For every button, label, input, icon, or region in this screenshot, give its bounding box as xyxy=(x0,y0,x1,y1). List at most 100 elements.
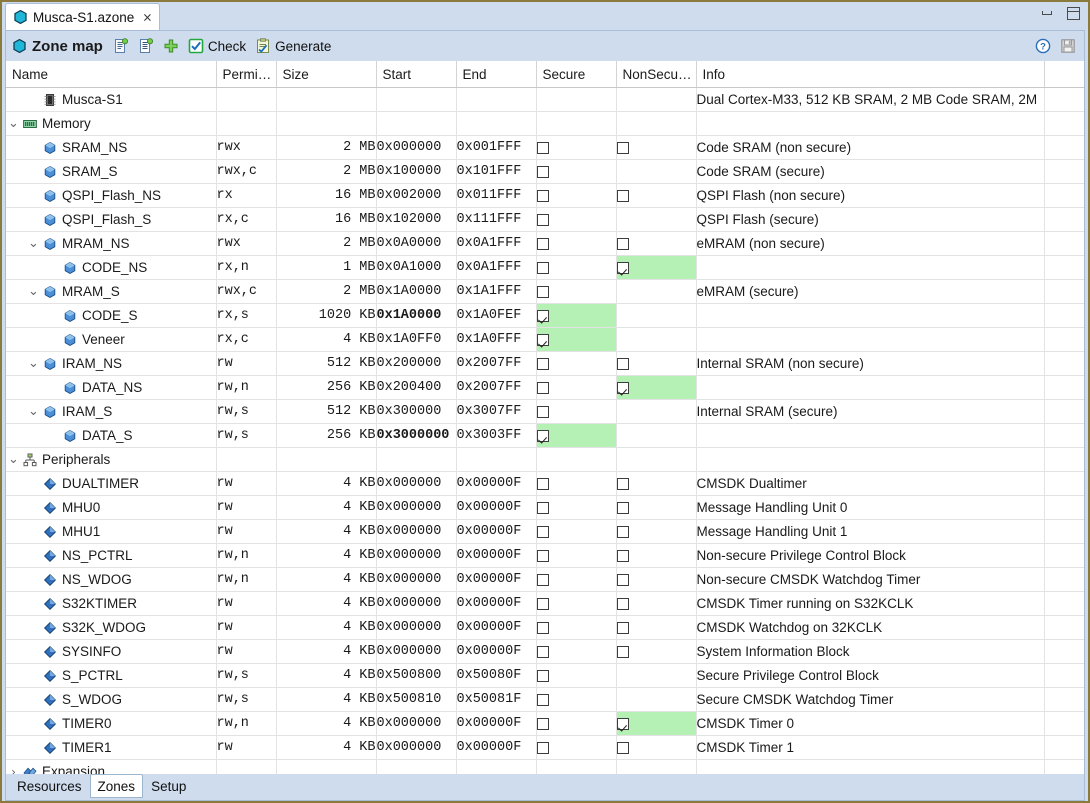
table-row[interactable]: S32KTIMER rw 4 KB 0x000000 0x00000F CMSDK Tim… xyxy=(6,591,1084,616)
cell-permission[interactable]: rw xyxy=(216,639,277,664)
cell-secure[interactable] xyxy=(536,423,617,448)
secure-checkbox[interactable] xyxy=(536,358,549,371)
cell-start[interactable]: 0x0A0000 xyxy=(376,231,457,256)
secure-checkbox[interactable] xyxy=(536,142,549,155)
cell-size[interactable]: 1 MB xyxy=(276,255,377,280)
cell-end[interactable]: 0x1A0FEF xyxy=(456,303,537,328)
cell-size[interactable] xyxy=(276,87,377,112)
secure-checkbox[interactable] xyxy=(536,190,549,203)
check-button[interactable]: Check xyxy=(188,38,246,54)
cell-secure[interactable] xyxy=(536,495,617,520)
cell-permission[interactable]: rw,n xyxy=(216,711,277,736)
cell-size[interactable]: 512 KB xyxy=(276,399,377,424)
minimize-icon[interactable] xyxy=(1041,7,1054,20)
column-header-info[interactable]: Info xyxy=(696,61,1045,88)
cell-end[interactable]: 0x00000F xyxy=(456,543,537,568)
cell-end[interactable]: 0x00000F xyxy=(456,711,537,736)
column-header-extra[interactable] xyxy=(1044,61,1084,88)
cell-name[interactable]: MHU0 xyxy=(6,495,217,520)
cell-end[interactable]: 0x2007FF xyxy=(456,375,537,400)
cell-start[interactable]: 0x000000 xyxy=(376,735,457,760)
table-row[interactable]: ⌄ MRAM_NS rwx 2 MB 0x0A0000 0x0A1FFF eMRAM (no… xyxy=(6,231,1084,256)
cell-name[interactable]: QSPI_Flash_NS xyxy=(6,183,217,208)
column-header-name[interactable]: Name xyxy=(6,61,217,88)
cell-name[interactable]: DUALTIMER xyxy=(6,471,217,496)
cell-size[interactable]: 4 KB xyxy=(276,543,377,568)
cell-name[interactable]: ⌄ MRAM_NS xyxy=(6,231,217,256)
nonsecure-checkbox[interactable] xyxy=(616,238,629,251)
cell-start[interactable]: 0x1A0000 xyxy=(376,303,457,328)
zone-map-table-wrapper[interactable]: Name Permi… Size Start End Secure NonSec… xyxy=(6,61,1084,774)
cell-permission[interactable] xyxy=(216,447,277,472)
cell-nonsecure[interactable] xyxy=(616,303,697,328)
cell-permission[interactable]: rw xyxy=(216,591,277,616)
cell-secure[interactable] xyxy=(536,375,617,400)
secure-checkbox[interactable] xyxy=(536,334,549,347)
cell-info[interactable]: CMSDK Timer 1 xyxy=(696,735,1045,760)
nonsecure-checkbox[interactable] xyxy=(616,142,629,155)
table-row[interactable]: SRAM_S rwx,c 2 MB 0x100000 0x101FFF Code SRAM… xyxy=(6,159,1084,184)
cell-nonsecure[interactable] xyxy=(616,519,697,544)
form-tab-zones[interactable]: Zones xyxy=(89,774,144,798)
cell-start[interactable]: 0x000000 xyxy=(376,519,457,544)
cell-size[interactable]: 2 MB xyxy=(276,231,377,256)
cell-name[interactable]: TIMER1 xyxy=(6,735,217,760)
nonsecure-checkbox[interactable] xyxy=(616,550,629,563)
nonsecure-checkbox[interactable] xyxy=(616,190,629,203)
cell-nonsecure[interactable] xyxy=(616,495,697,520)
cell-start[interactable]: 0x500800 xyxy=(376,663,457,688)
cell-permission[interactable]: rw,s xyxy=(216,423,277,448)
cell-start[interactable] xyxy=(376,447,457,472)
secure-checkbox[interactable] xyxy=(536,670,549,683)
cell-end[interactable]: 0x50080F xyxy=(456,663,537,688)
table-row[interactable]: CODE_NS rx,n 1 MB 0x0A1000 0x0A1FFF xyxy=(6,255,1084,280)
cell-permission[interactable]: rw xyxy=(216,495,277,520)
table-row[interactable]: MHU0 rw 4 KB 0x000000 0x00000F Message Handli… xyxy=(6,495,1084,520)
cell-name[interactable]: ⌄ Memory xyxy=(6,111,217,136)
cell-nonsecure[interactable] xyxy=(616,159,697,184)
cell-info[interactable] xyxy=(696,375,1045,400)
cell-info[interactable]: Code SRAM (secure) xyxy=(696,159,1045,184)
cell-start[interactable] xyxy=(376,87,457,112)
table-row[interactable]: S_PCTRL rw,s 4 KB 0x500800 0x50080F Secure Pr… xyxy=(6,663,1084,688)
cell-name[interactable]: QSPI_Flash_S xyxy=(6,207,217,232)
cell-size[interactable]: 256 KB xyxy=(276,423,377,448)
table-row[interactable]: CODE_S rx,s 1020 KB 0x1A0000 0x1A0FEF xyxy=(6,303,1084,328)
table-row[interactable]: DUALTIMER rw 4 KB 0x000000 0x00000F CMSDK Dua… xyxy=(6,471,1084,496)
cell-size[interactable]: 4 KB xyxy=(276,567,377,592)
cell-end[interactable]: 0x101FFF xyxy=(456,159,537,184)
form-tab-setup[interactable]: Setup xyxy=(143,774,194,798)
cell-secure[interactable] xyxy=(536,399,617,424)
cell-start[interactable]: 0x200000 xyxy=(376,351,457,376)
cell-size[interactable]: 512 KB xyxy=(276,351,377,376)
cell-name[interactable]: NS_PCTRL xyxy=(6,543,217,568)
cell-info[interactable]: Message Handling Unit 0 xyxy=(696,495,1045,520)
cell-info[interactable]: Code SRAM (non secure) xyxy=(696,135,1045,160)
cell-start[interactable]: 0x000000 xyxy=(376,567,457,592)
cell-nonsecure[interactable] xyxy=(616,447,697,472)
cell-info[interactable]: eMRAM (non secure) xyxy=(696,231,1045,256)
cell-size[interactable] xyxy=(276,111,377,136)
add-zone-file-button[interactable] xyxy=(138,38,154,54)
cell-nonsecure[interactable] xyxy=(616,759,697,774)
cell-nonsecure[interactable] xyxy=(616,639,697,664)
form-tab-resources[interactable]: Resources xyxy=(9,774,90,798)
cell-name[interactable]: ⌄ MRAM_S xyxy=(6,279,217,304)
cell-info[interactable]: CMSDK Timer 0 xyxy=(696,711,1045,736)
cell-end[interactable]: 0x0A1FFF xyxy=(456,255,537,280)
cell-permission[interactable]: rw,n xyxy=(216,543,277,568)
cell-permission[interactable]: rw,s xyxy=(216,663,277,688)
cell-size[interactable]: 4 KB xyxy=(276,471,377,496)
cell-start[interactable]: 0x200400 xyxy=(376,375,457,400)
table-row[interactable]: › Expansion xyxy=(6,759,1084,774)
cell-secure[interactable] xyxy=(536,111,617,136)
table-row[interactable]: SYSINFO rw 4 KB 0x000000 0x00000F System Info… xyxy=(6,639,1084,664)
cell-name[interactable]: S_PCTRL xyxy=(6,663,217,688)
table-row[interactable]: ⌄ IRAM_NS rw 512 KB 0x200000 0x2007FF Internal… xyxy=(6,351,1084,376)
secure-checkbox[interactable] xyxy=(536,478,549,491)
cell-start[interactable] xyxy=(376,111,457,136)
nonsecure-checkbox[interactable] xyxy=(616,574,629,587)
cell-start[interactable]: 0x000000 xyxy=(376,471,457,496)
chevron-down-icon[interactable]: ⌄ xyxy=(26,285,41,298)
cell-start[interactable]: 0x000000 xyxy=(376,135,457,160)
